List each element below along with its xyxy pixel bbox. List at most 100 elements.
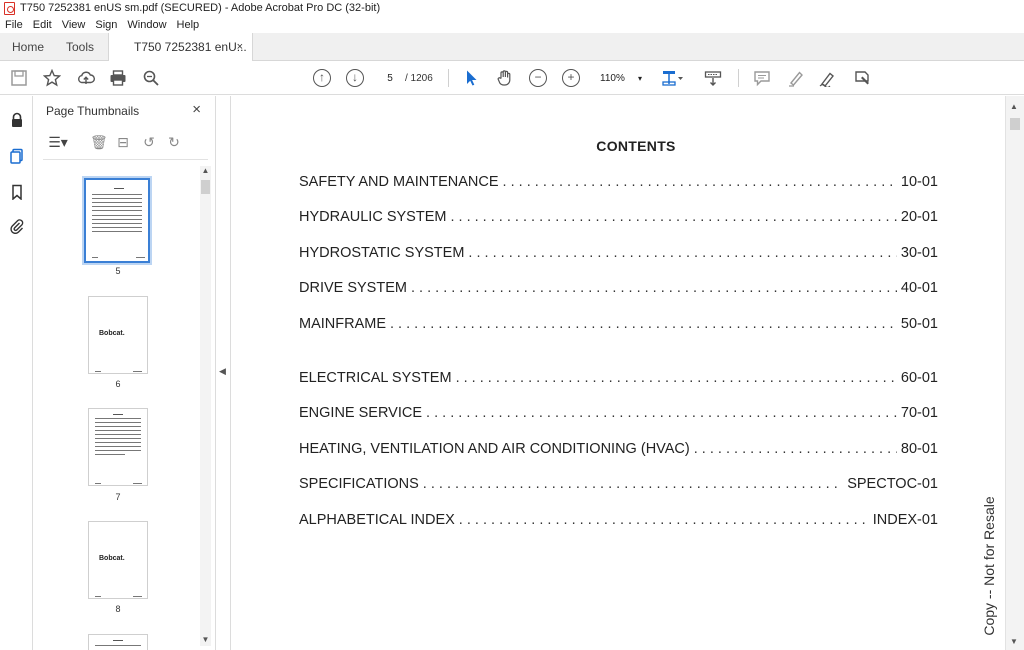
close-tab-icon[interactable]: × bbox=[237, 33, 243, 61]
thumb-text-line bbox=[92, 194, 142, 195]
thumbnail-page-label: 7 bbox=[115, 492, 121, 502]
window-title: T750 7252381 enUS sm.pdf (SECURED) - Ado… bbox=[20, 2, 381, 14]
menu-window[interactable]: Window bbox=[127, 17, 166, 33]
scroll-down-icon[interactable]: ▼ bbox=[200, 635, 211, 644]
page-thumbnail-7[interactable] bbox=[88, 408, 148, 486]
search-zoom-icon[interactable] bbox=[142, 69, 160, 87]
thumb-text-line bbox=[136, 257, 145, 258]
zoom-out-icon[interactable]: − bbox=[529, 69, 547, 87]
toc-entry[interactable]: ENGINE SERVICE 70-01 bbox=[299, 405, 938, 425]
document-view[interactable]: CONTENTS SAFETY AND MAINTENANCE 10-01 HY… bbox=[232, 96, 1005, 650]
thumbnail-page-label: 5 bbox=[115, 266, 121, 276]
previous-page-icon[interactable]: ↑ bbox=[313, 69, 331, 87]
toc-entry-page: INDEX-01 bbox=[872, 512, 938, 528]
tab-tools[interactable]: Tools bbox=[66, 33, 94, 61]
sign-pen-icon[interactable] bbox=[819, 69, 837, 87]
document-scrollbar[interactable]: ▲ ▼ bbox=[1005, 96, 1024, 650]
delete-page-icon[interactable]: 🗑 bbox=[90, 133, 108, 151]
thumb-text-line bbox=[95, 426, 141, 427]
page-number-input[interactable]: 5 bbox=[379, 70, 401, 88]
thumb-text-line bbox=[92, 206, 142, 207]
fit-page-icon[interactable] bbox=[661, 69, 685, 87]
thumb-text-line bbox=[95, 430, 141, 431]
menu-sign[interactable]: Sign bbox=[95, 17, 117, 33]
toc-entry[interactable]: SAFETY AND MAINTENANCE 10-01 bbox=[299, 174, 938, 194]
page-thumbnail-8[interactable]: Bobcat. bbox=[88, 521, 148, 599]
thumbnail-toolbar: ☰▾ 🗑 ⊟ ↺ ↻ bbox=[45, 133, 205, 153]
toc-entry-name: ELECTRICAL SYSTEM bbox=[299, 370, 452, 386]
menu-edit[interactable]: Edit bbox=[33, 17, 52, 33]
divider bbox=[43, 159, 208, 160]
toc-entry-name: HEATING, VENTILATION AND AIR CONDITIONIN… bbox=[299, 441, 690, 457]
menu-bar: File Edit View Sign Window Help bbox=[0, 17, 1024, 33]
tab-home[interactable]: Home bbox=[12, 33, 44, 61]
menu-file[interactable]: File bbox=[5, 17, 23, 33]
select-cursor-icon[interactable] bbox=[462, 69, 480, 87]
scrollbar-thumb[interactable] bbox=[1010, 118, 1020, 130]
thumbnail-page-label: 6 bbox=[115, 379, 121, 389]
menu-help[interactable]: Help bbox=[177, 17, 200, 33]
toc-entry[interactable]: HYDRAULIC SYSTEM 20-01 bbox=[299, 209, 938, 229]
scroll-up-icon[interactable]: ▲ bbox=[200, 166, 211, 175]
next-page-icon[interactable]: ↓ bbox=[346, 69, 364, 87]
thumb-text-line bbox=[95, 446, 141, 447]
bookmark-star-icon[interactable] bbox=[43, 69, 61, 87]
thumb-text-line bbox=[92, 223, 142, 224]
thumbnails-scrollbar[interactable]: ▲ ▼ bbox=[200, 166, 211, 646]
acrobat-pdf-icon bbox=[4, 2, 15, 15]
attachments-paperclip-icon[interactable] bbox=[9, 218, 25, 234]
toc-entry-page: 60-01 bbox=[900, 370, 938, 386]
scroll-up-icon[interactable]: ▲ bbox=[1010, 102, 1018, 111]
close-panel-icon[interactable]: × bbox=[192, 101, 201, 118]
toc-entry[interactable]: DRIVE SYSTEM 40-01 bbox=[299, 280, 938, 300]
menu-view[interactable]: View bbox=[62, 17, 86, 33]
thumb-text-line bbox=[92, 231, 142, 232]
zoom-in-icon[interactable]: + bbox=[562, 69, 580, 87]
watermark-text: Copy -- Not for Resale bbox=[981, 496, 997, 636]
page-thumbnail-6[interactable]: Bobcat. bbox=[88, 296, 148, 374]
toolbar-divider bbox=[448, 69, 449, 87]
toc-entry[interactable]: MAINFRAME 50-01 bbox=[299, 316, 938, 336]
insert-page-icon[interactable]: ⊟ bbox=[115, 133, 131, 151]
save-icon[interactable] bbox=[10, 69, 28, 87]
thumb-text-line bbox=[95, 454, 125, 455]
print-icon[interactable] bbox=[109, 69, 127, 87]
thumb-text-line bbox=[95, 418, 141, 419]
scroll-down-icon[interactable]: ▼ bbox=[1010, 637, 1018, 646]
highlight-pen-icon[interactable] bbox=[787, 69, 805, 87]
scroll-mode-icon[interactable] bbox=[704, 69, 722, 87]
zoom-select[interactable]: 110% ▾ bbox=[594, 70, 646, 88]
thumb-text-line bbox=[95, 422, 141, 423]
page-thumbnail-5[interactable] bbox=[84, 178, 150, 263]
collapse-left-icon[interactable]: ◀ bbox=[219, 366, 226, 377]
lock-icon[interactable] bbox=[9, 112, 25, 128]
toc-entry-name: SAFETY AND MAINTENANCE bbox=[299, 174, 499, 190]
fill-sign-icon[interactable] bbox=[853, 69, 871, 87]
comment-icon[interactable] bbox=[753, 69, 771, 87]
page-thumbnail-9[interactable] bbox=[88, 634, 148, 650]
page-thumbnails-icon[interactable] bbox=[9, 148, 25, 164]
toc-entry[interactable]: SPECIFICATIONS SPECTOC-01 bbox=[299, 476, 938, 496]
thumbnail-options-icon[interactable]: ☰▾ bbox=[45, 133, 71, 151]
toc-entry[interactable]: HEATING, VENTILATION AND AIR CONDITIONIN… bbox=[299, 441, 938, 461]
rotate-clockwise-icon[interactable]: ↻ bbox=[166, 133, 182, 151]
collapse-panel-strip[interactable]: ◀ bbox=[216, 96, 231, 650]
hand-tool-icon[interactable] bbox=[496, 69, 514, 87]
toc-leader-dots bbox=[450, 209, 896, 225]
thumb-text-line bbox=[95, 434, 141, 435]
toc-entry[interactable]: ELECTRICAL SYSTEM 60-01 bbox=[299, 370, 938, 390]
toc-leader-dots bbox=[423, 476, 843, 492]
rotate-counterclockwise-icon[interactable]: ↺ bbox=[141, 133, 157, 151]
toc-leader-dots bbox=[468, 245, 896, 261]
toc-entry[interactable]: HYDROSTATIC SYSTEM 30-01 bbox=[299, 245, 938, 265]
tab-document[interactable]: T750 7252381 enU... × bbox=[108, 33, 253, 62]
main-toolbar: ↑ ↓ 5 / 1206 − + 110% ▾ bbox=[0, 61, 1024, 95]
toc-entry-page: 20-01 bbox=[900, 209, 938, 225]
toc-entry-name: ALPHABETICAL INDEX bbox=[299, 512, 455, 528]
bookmarks-icon[interactable] bbox=[9, 184, 25, 200]
scrollbar-thumb[interactable] bbox=[201, 180, 210, 194]
toc-entry[interactable]: ALPHABETICAL INDEX INDEX-01 bbox=[299, 512, 938, 532]
thumb-text-line bbox=[92, 202, 142, 203]
watermark: Copy -- Not for Resale bbox=[974, 496, 997, 648]
cloud-upload-icon[interactable] bbox=[77, 69, 95, 87]
